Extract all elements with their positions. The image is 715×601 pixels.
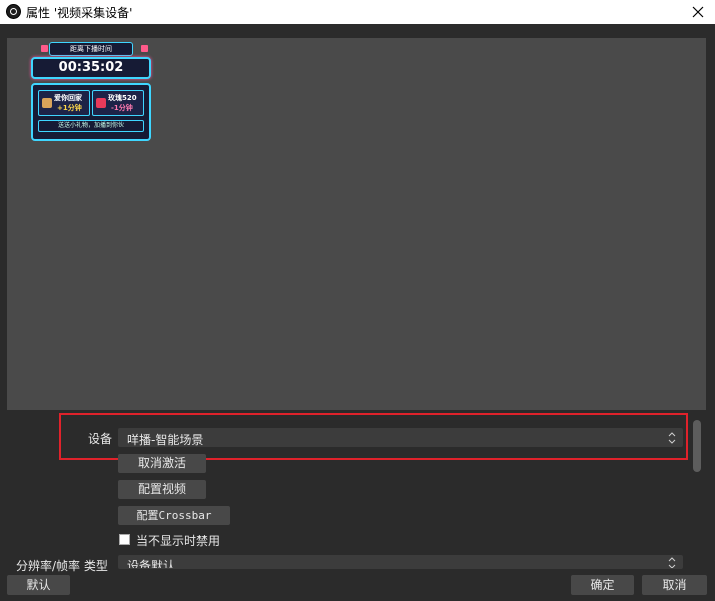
stream-timer-widget: 距离下播时间 00:35:02 爱你回家 +1分钟 玫瑰520 -1分钟 送送小… [29,42,155,146]
close-icon [692,6,704,18]
widget-ribbon: 距离下播时间 [49,42,133,56]
cancel-button[interactable]: 取消 [642,575,707,595]
gift-card: 爱你回家 +1分钟 [38,90,90,116]
gift-note: 送送小礼物，加播到你伙 [38,120,144,132]
res-fps-label: 分辨率/帧率 类型 [16,559,108,573]
device-label: 设备 [88,432,113,446]
gift-panel: 爱你回家 +1分钟 玫瑰520 -1分钟 送送小礼物，加播到你伙 [31,83,151,141]
gift-icon [141,45,148,52]
countdown-timer: 00:35:02 [31,57,151,79]
title-bar: 属性 '视频采集设备' [0,0,715,24]
disable-when-hidden-label: 当不显示时禁用 [136,534,221,548]
gift-card-title: 玫瑰520 [108,94,137,102]
gift-card-delta: +1分钟 [57,104,82,112]
window-title: 属性 '视频采集设备' [26,6,133,20]
ok-button[interactable]: 确定 [571,575,634,595]
res-fps-select[interactable]: 设备默认 [118,555,683,569]
gift-icon [41,45,48,52]
gift-box-icon [42,98,52,108]
rose-icon [96,98,106,108]
defaults-button[interactable]: 默认 [7,575,70,595]
device-select-value: 咩播-智能场景 [127,433,204,447]
properties-scrollbar[interactable] [693,420,701,472]
device-select[interactable]: 咩播-智能场景 [118,428,683,447]
disable-when-hidden-checkbox[interactable] [119,534,130,545]
gift-card-title: 爱你回家 [54,94,82,102]
deactivate-button[interactable]: 取消激活 [118,454,206,473]
properties-panel: 设备 咩播-智能场景 取消激活 配置视频 配置Crossbar 当不显示时禁用 … [0,413,715,573]
obs-logo-icon [6,4,21,19]
configure-video-button[interactable]: 配置视频 [118,480,206,499]
res-fps-select-value: 设备默认 [127,559,176,569]
gift-card: 玫瑰520 -1分钟 [92,90,144,116]
video-preview: 距离下播时间 00:35:02 爱你回家 +1分钟 玫瑰520 -1分钟 送送小… [7,38,706,410]
updown-chevron-icon [668,557,676,568]
updown-chevron-icon [668,432,676,444]
configure-crossbar-button[interactable]: 配置Crossbar [118,506,230,525]
preview-frame: 距离下播时间 00:35:02 爱你回家 +1分钟 玫瑰520 -1分钟 送送小… [0,24,715,416]
gift-card-delta: -1分钟 [111,104,133,112]
close-button[interactable] [681,0,715,24]
